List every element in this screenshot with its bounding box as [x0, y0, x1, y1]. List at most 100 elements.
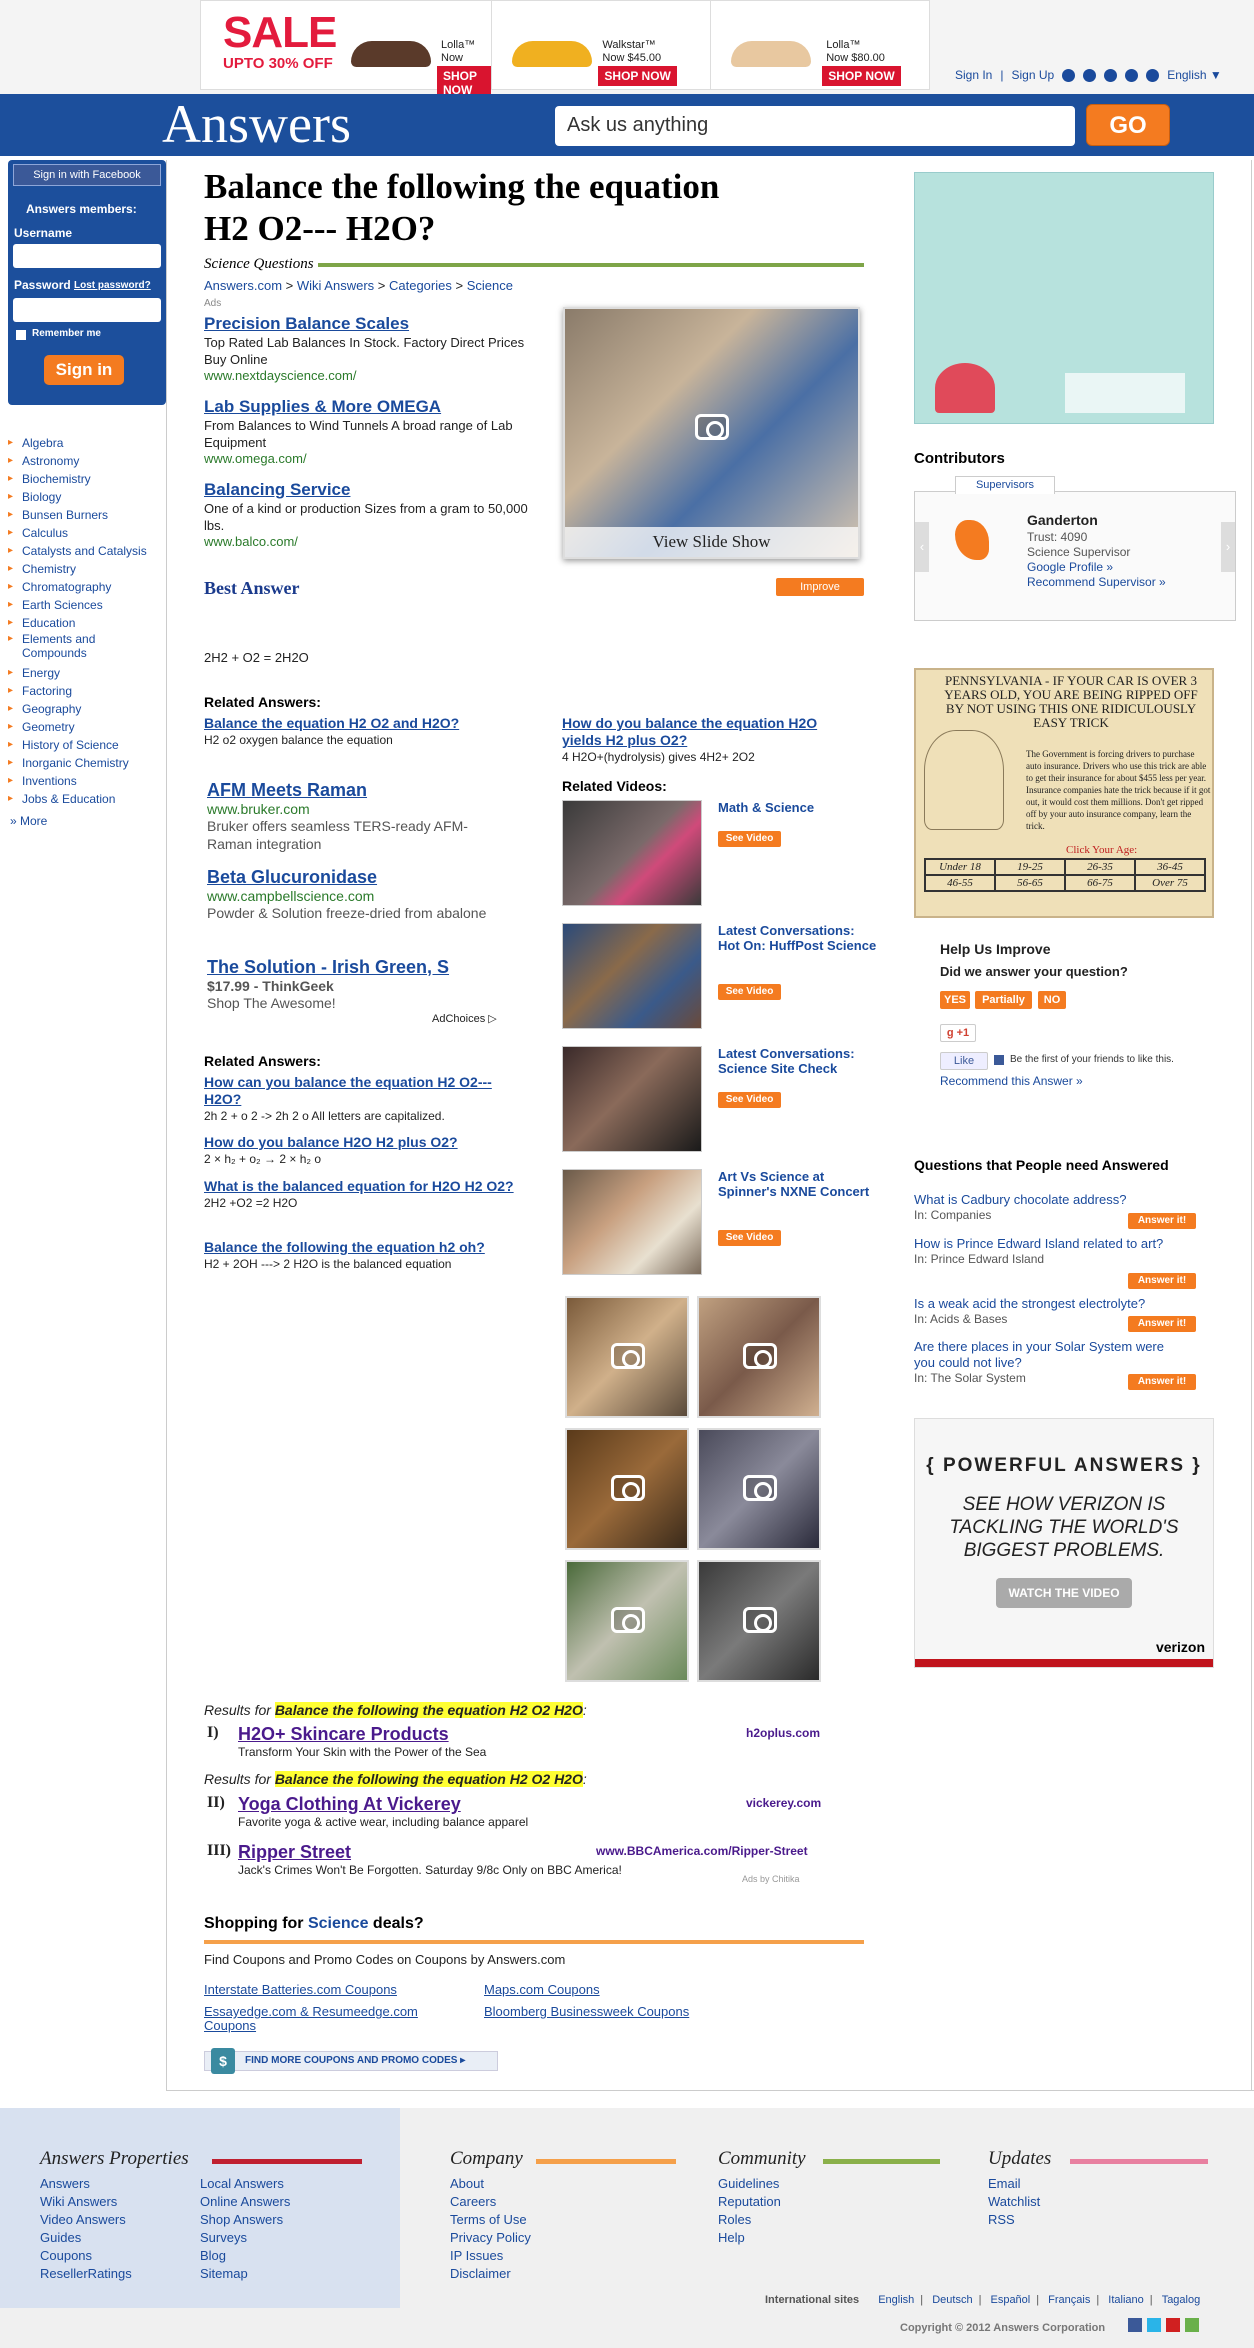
video-title[interactable]: Math & Science	[718, 800, 878, 815]
result-domain[interactable]: vickerey.com	[746, 1796, 821, 1810]
result-link[interactable]: H2O+ Skincare Products	[238, 1724, 449, 1745]
result-domain[interactable]: h2oplus.com	[746, 1726, 820, 1740]
ad-title[interactable]: Precision Balance Scales	[204, 314, 544, 334]
footer-link[interactable]: Careers	[450, 2193, 531, 2211]
footer-link[interactable]: Email	[988, 2175, 1040, 2193]
google-ad[interactable]: AFM Meets Raman www.bruker.com Bruker of…	[207, 780, 497, 853]
shop-now-button[interactable]: SHOP NOW	[822, 66, 901, 86]
category-item[interactable]: Catalysts and Catalysis	[8, 542, 147, 560]
category-item[interactable]: Calculus	[8, 524, 147, 542]
google-ad[interactable]: Beta Glucuronidase www.campbellscience.c…	[207, 867, 497, 922]
footer-link[interactable]: RSS	[988, 2211, 1040, 2229]
ad-title[interactable]: Lab Supplies & More OMEGA	[204, 397, 544, 417]
category-item[interactable]: Biochemistry	[8, 470, 147, 488]
intl-link[interactable]: Français	[1048, 2294, 1090, 2306]
intl-link[interactable]: Español	[990, 2294, 1030, 2306]
gallery-image[interactable]	[565, 1560, 689, 1682]
breadcrumb-link[interactable]: Answers.com	[204, 278, 282, 293]
avatar[interactable]	[955, 520, 989, 560]
related-answer[interactable]: Balance the equation H2 O2 and H2O? H2 o…	[204, 715, 484, 748]
lost-password-link[interactable]: Lost password?	[74, 280, 151, 291]
coupon-link[interactable]: Maps.com Coupons	[484, 1983, 600, 1997]
category-item[interactable]: Jobs & Education	[8, 790, 147, 808]
category-item[interactable]: Chromatography	[8, 578, 147, 596]
category-item[interactable]: Biology	[8, 488, 147, 506]
video-thumbnail[interactable]	[562, 1169, 702, 1275]
related-question[interactable]: Balance the equation H2 O2 and H2O?	[204, 715, 484, 732]
find-more-coupons-button[interactable]: $ FIND MORE COUPONS AND PROMO CODES ▸	[204, 2048, 498, 2074]
video-thumbnail[interactable]	[562, 1046, 702, 1152]
watch-video-button[interactable]: WATCH THE VIDEO	[996, 1578, 1132, 1608]
text-ad[interactable]: Lab Supplies & More OMEGA From Balances …	[204, 397, 544, 466]
question-link[interactable]: What is Cadbury chocolate address?	[914, 1192, 1204, 1208]
see-video-button[interactable]: See Video	[718, 831, 781, 847]
footer-link[interactable]: About	[450, 2175, 531, 2193]
footer-link[interactable]: Help	[718, 2229, 781, 2247]
footer-link[interactable]: Disclaimer	[450, 2265, 531, 2283]
category-item[interactable]: Astronomy	[8, 452, 147, 470]
adchoices-link[interactable]: AdChoices ▷	[432, 1012, 497, 1025]
related-question[interactable]: How can you balance the equation H2 O2--…	[204, 1074, 514, 1108]
no-button[interactable]: NO	[1038, 991, 1066, 1009]
category-item[interactable]: Earth Sciences	[8, 596, 147, 614]
coupon-link[interactable]: Essayedge.com & Resumeedge.com Coupons	[204, 2005, 454, 2033]
category-item[interactable]: Inventions	[8, 772, 147, 790]
breadcrumb-link[interactable]: Science	[467, 278, 513, 293]
footer-link[interactable]: Video Answers	[40, 2211, 132, 2229]
shower-ad[interactable]	[914, 172, 1214, 424]
settings-icon[interactable]	[1125, 68, 1139, 82]
related-answer[interactable]: How do you balance H2O H2 plus O2? 2 × h…	[204, 1134, 514, 1167]
ad-title[interactable]: Beta Glucuronidase	[207, 867, 497, 888]
facebook-signin-button[interactable]: Sign in with Facebook	[13, 164, 161, 186]
age-option[interactable]: 36-45	[1135, 859, 1205, 875]
result-domain[interactable]: www.BBCAmerica.com/Ripper-Street	[596, 1844, 808, 1858]
gallery-image[interactable]	[697, 1428, 821, 1550]
answers-logo[interactable]: Answers	[162, 94, 351, 154]
help-icon[interactable]	[1146, 68, 1160, 82]
category-item[interactable]: Geography	[8, 700, 147, 718]
footer-link[interactable]: Roles	[718, 2211, 781, 2229]
search-icon[interactable]	[1083, 68, 1097, 82]
age-option[interactable]: Under 18	[925, 859, 995, 875]
footer-link[interactable]: Terms of Use	[450, 2211, 531, 2229]
related-question[interactable]: What is the balanced equation for H2O H2…	[204, 1178, 514, 1195]
sign-in-button[interactable]: Sign in	[44, 355, 124, 385]
password-field[interactable]	[13, 298, 161, 322]
shop-now-button[interactable]: SHOP NOW	[598, 66, 677, 86]
answer-it-button[interactable]: Answer it!	[1128, 1374, 1196, 1390]
answer-it-button[interactable]: Answer it!	[1128, 1273, 1196, 1289]
category-item[interactable]: Education	[8, 614, 147, 632]
footer-link[interactable]: Wiki Answers	[40, 2193, 132, 2211]
related-answer[interactable]: Balance the following the equation h2 oh…	[204, 1239, 514, 1272]
category-item[interactable]: History of Science	[8, 736, 147, 754]
facebook-icon[interactable]	[1128, 2318, 1142, 2332]
category-item[interactable]: Algebra	[8, 434, 147, 452]
age-option[interactable]: 19-25	[995, 859, 1065, 875]
contributor-name[interactable]: Ganderton	[1027, 512, 1098, 528]
footer-link[interactable]: Guides	[40, 2229, 132, 2247]
more-categories-link[interactable]: » More	[10, 814, 47, 828]
next-arrow-icon[interactable]: ›	[1221, 522, 1235, 572]
category-item[interactable]: Factoring	[8, 682, 147, 700]
breadcrumb-link[interactable]: Wiki Answers	[297, 278, 374, 293]
see-video-button[interactable]: See Video	[718, 984, 781, 1000]
youtube-icon[interactable]	[1166, 2318, 1180, 2332]
supervisors-tab[interactable]: Supervisors	[955, 476, 1055, 494]
ad-url[interactable]: www.bruker.com	[207, 801, 497, 817]
insurance-ad[interactable]: PENNSYLVANIA - IF YOUR CAR IS OVER 3 YEA…	[914, 668, 1214, 918]
intl-link[interactable]: English	[878, 2294, 914, 2306]
google-profile-link[interactable]: Google Profile »	[1027, 560, 1166, 575]
intl-link[interactable]: Tagalog	[1162, 2294, 1201, 2306]
related-answer[interactable]: How can you balance the equation H2 O2--…	[204, 1074, 514, 1124]
footer-link[interactable]: Privacy Policy	[450, 2229, 531, 2247]
share-icon[interactable]	[1185, 2318, 1199, 2332]
footer-link[interactable]: Online Answers	[200, 2193, 290, 2211]
remember-checkbox[interactable]	[16, 330, 26, 340]
banner-sale[interactable]: SALEUPTO 30% OFF Lolla™Now $80.00 SHOP N…	[201, 1, 493, 100]
footer-link[interactable]: Shop Answers	[200, 2211, 290, 2229]
ad-url[interactable]: www.balco.com/	[204, 534, 544, 549]
home-icon[interactable]	[1062, 68, 1076, 82]
category-item[interactable]: Energy	[8, 664, 147, 682]
video-thumbnail[interactable]	[562, 800, 702, 906]
question-link[interactable]: Is a weak acid the strongest electrolyte…	[914, 1296, 1204, 1312]
